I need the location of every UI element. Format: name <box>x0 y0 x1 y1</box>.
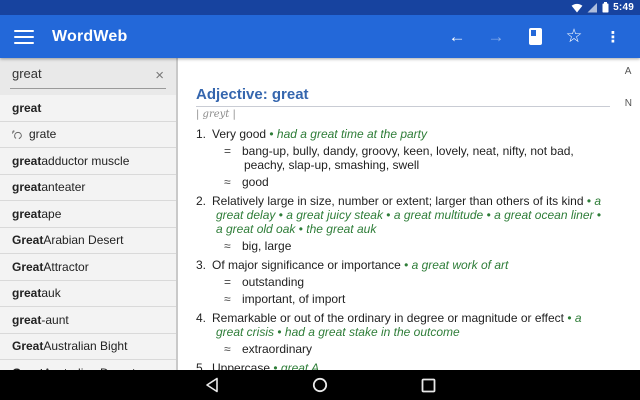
word-list-item[interactable]: great <box>0 95 176 122</box>
nav-home-icon[interactable] <box>308 373 332 397</box>
usage-example: a great work of art <box>412 258 509 272</box>
section-index: A N <box>625 66 632 109</box>
word-list-item[interactable]: grate <box>0 122 176 149</box>
synonym-row: ≈extraordinary <box>196 342 610 356</box>
sense-item: 1.Very good • had a great time at the pa… <box>196 127 610 189</box>
overflow-menu-icon[interactable]: ⋮ <box>600 24 626 50</box>
app-title: WordWeb <box>52 28 127 46</box>
sense-definition: 1.Very good • had a great time at the pa… <box>196 127 610 141</box>
nav-recents-icon[interactable] <box>416 373 440 397</box>
synonym-row: =bang-up, bully, dandy, groovy, keen, lo… <box>196 144 610 172</box>
android-nav-bar <box>0 370 640 400</box>
synonym-row: =outstanding <box>196 275 610 289</box>
usage-example: a great old oak <box>216 222 295 236</box>
word-list-item[interactable]: Great Arabian Desert <box>0 228 176 255</box>
word-list-item[interactable]: great anteater <box>0 175 176 202</box>
search-row: × <box>0 58 176 95</box>
sense-definition: 2.Relatively large in size, number or ex… <box>196 194 610 236</box>
word-list-item[interactable]: great ape <box>0 201 176 228</box>
word-list: greatgrategreat adductor musclegreat ant… <box>0 95 176 400</box>
word-list-item[interactable]: great adductor muscle <box>0 148 176 175</box>
index-letter-noun[interactable]: N <box>625 98 632 109</box>
word-list-item[interactable]: great-aunt <box>0 307 176 334</box>
synonym-row: ≈good <box>196 175 610 189</box>
signal-icon <box>587 2 598 13</box>
wordweb-app-screen: 5:49 WordWeb ← → ☆ ⋮ × greatgrategreat a… <box>0 0 640 400</box>
sense-definition: 4.Remarkable or out of the ordinary in d… <box>196 311 610 339</box>
sense-definition: 3.Of major significance or importance • … <box>196 258 610 272</box>
pronunciation: | greyt | <box>196 109 610 121</box>
sense-item: 2.Relatively large in size, number or ex… <box>196 194 610 253</box>
word-list-item[interactable]: Great Australian Bight <box>0 334 176 361</box>
nav-back-icon[interactable] <box>200 373 224 397</box>
word-list-item[interactable]: great auk <box>0 281 176 308</box>
usage-example: a great multitude <box>394 208 483 222</box>
usage-example: a great ocean liner <box>494 208 593 222</box>
search-input[interactable] <box>12 64 144 84</box>
app-bar-actions: ← → ☆ ⋮ <box>444 24 626 50</box>
definition-pane: Adjective: great | greyt | 1.Very good •… <box>178 58 640 400</box>
word-sidebar: × greatgrategreat adductor musclegreat a… <box>0 58 178 400</box>
usage-example: a great juicy steak <box>286 208 383 222</box>
search-underline <box>10 88 166 89</box>
menu-icon[interactable] <box>14 30 34 44</box>
sense-item: 4.Remarkable or out of the ordinary in d… <box>196 311 610 356</box>
back-arrow-icon[interactable]: ← <box>444 24 470 50</box>
content-area: × greatgrategreat adductor musclegreat a… <box>0 58 640 400</box>
usage-example: the great auk <box>306 222 376 236</box>
battery-icon <box>602 2 609 13</box>
entry-heading: Adjective: great <box>196 86 610 103</box>
sounds-like-ear-icon <box>12 128 24 140</box>
clear-search-icon[interactable]: × <box>155 67 164 84</box>
synonym-row: ≈important, of import <box>196 292 610 306</box>
usage-example: had a great stake in the outcome <box>285 325 460 339</box>
synonym-row: ≈big, large <box>196 239 610 253</box>
wifi-icon <box>571 2 583 13</box>
bookmarks-book-icon[interactable] <box>522 24 548 50</box>
index-letter-adjective[interactable]: A <box>625 66 632 77</box>
heading-rule <box>196 106 610 107</box>
forward-arrow-icon[interactable]: → <box>483 24 509 50</box>
app-bar: WordWeb ← → ☆ ⋮ <box>0 15 640 58</box>
word-list-item[interactable]: Great Attractor <box>0 254 176 281</box>
status-icons: 5:49 <box>571 2 634 13</box>
star-icon[interactable]: ☆ <box>561 24 587 50</box>
sense-list: 1.Very good • had a great time at the pa… <box>196 127 610 375</box>
status-clock: 5:49 <box>613 2 634 13</box>
status-bar: 5:49 <box>0 0 640 15</box>
usage-example: had a great time at the party <box>277 127 427 141</box>
sense-item: 3.Of major significance or importance • … <box>196 258 610 306</box>
